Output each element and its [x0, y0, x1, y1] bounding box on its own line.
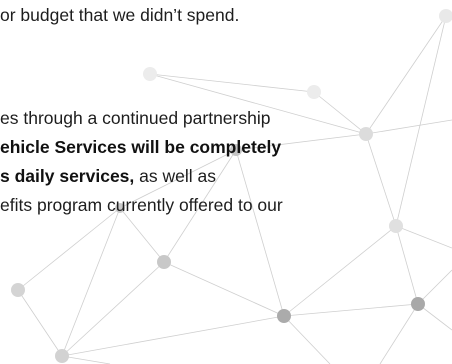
network-lines — [17, 15, 452, 364]
network-node — [411, 297, 425, 311]
document-page: or budget that we didn’t spend. es throu… — [0, 0, 452, 364]
network-node — [359, 127, 373, 141]
paragraph-line-1: es through a continued partnership — [0, 108, 271, 128]
network-node — [277, 309, 291, 323]
paragraph-fragment-top: or budget that we didn’t spend. — [0, 5, 240, 25]
paragraph-line-2: ehicle Services will be completely — [0, 136, 281, 158]
network-node — [143, 67, 157, 81]
network-node — [11, 283, 25, 297]
bold-emphasis: ehicle Services will be completely — [0, 137, 282, 157]
paragraph-text: as well as — [134, 166, 216, 186]
bold-emphasis: s daily services, — [0, 166, 135, 186]
network-node — [439, 9, 452, 23]
network-node — [307, 85, 321, 99]
network-node — [389, 219, 403, 233]
network-node — [55, 349, 69, 363]
paragraph-line-3: s daily services, as well as — [0, 165, 216, 187]
network-node — [157, 255, 171, 269]
paragraph-line-4: efits program currently offered to our — [0, 195, 283, 215]
